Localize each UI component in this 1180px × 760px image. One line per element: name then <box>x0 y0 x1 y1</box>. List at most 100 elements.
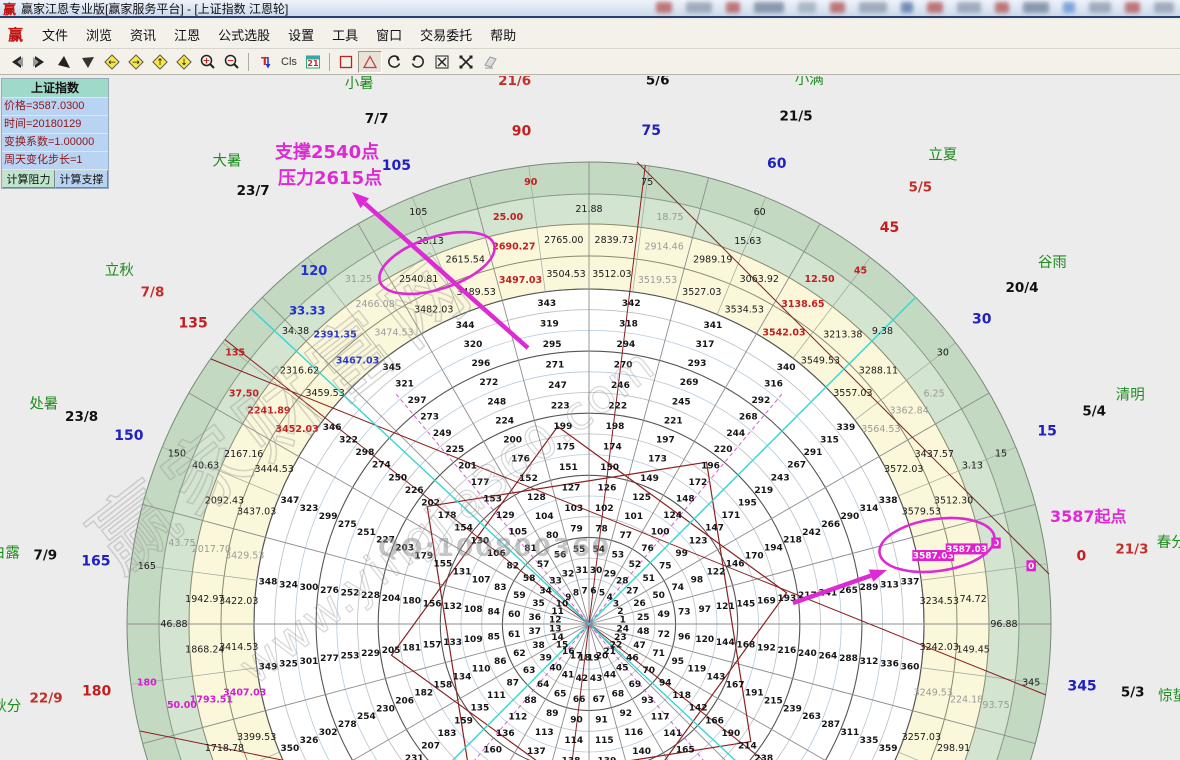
svg-text:347: 347 <box>280 496 299 506</box>
svg-text:348: 348 <box>259 578 278 588</box>
svg-text:45: 45 <box>880 220 899 236</box>
svg-text:149.45: 149.45 <box>957 644 990 655</box>
svg-text:91: 91 <box>595 715 608 725</box>
svg-text:128: 128 <box>527 493 546 503</box>
pan-down-button[interactable]: ↓ <box>172 51 196 73</box>
svg-text:219: 219 <box>754 486 773 496</box>
svg-text:白露: 白露 <box>0 544 20 561</box>
nav-down-button[interactable] <box>76 51 100 73</box>
nav-up-button[interactable] <box>52 51 76 73</box>
svg-text:145: 145 <box>736 599 755 609</box>
svg-text:2017.70: 2017.70 <box>192 544 231 555</box>
svg-text:3.13: 3.13 <box>962 460 983 471</box>
svg-text:23: 23 <box>614 633 627 643</box>
nav-forward-button[interactable] <box>28 51 52 73</box>
fit-scale-button[interactable] <box>454 51 478 73</box>
svg-text:240: 240 <box>798 649 817 659</box>
svg-text:135: 135 <box>179 316 208 332</box>
svg-text:107: 107 <box>472 575 491 585</box>
svg-text:61: 61 <box>508 630 521 640</box>
menu-item-6[interactable]: 工具 <box>323 21 367 48</box>
svg-text:3288.11: 3288.11 <box>859 365 898 376</box>
clear-button[interactable]: Cls <box>277 51 301 73</box>
svg-text:6: 6 <box>590 586 596 596</box>
svg-text:115: 115 <box>595 736 614 746</box>
sort-vertical-button[interactable]: T <box>253 51 277 73</box>
svg-text:20/4: 20/4 <box>1005 280 1038 296</box>
pan-left-button[interactable]: ← <box>100 51 124 73</box>
calendar-button[interactable]: 21 <box>301 51 325 73</box>
rotate-ccw-button[interactable] <box>382 51 406 73</box>
menu-item-7[interactable]: 窗口 <box>367 21 411 48</box>
zoom-out-button[interactable]: − <box>220 51 244 73</box>
svg-text:72: 72 <box>657 630 670 640</box>
svg-text:21.88: 21.88 <box>575 204 602 215</box>
menu-item-4[interactable]: 公式选股 <box>209 21 279 48</box>
calc-support-button[interactable]: 计算支撑 <box>55 170 108 188</box>
pan-up-button[interactable]: ↑ <box>148 51 172 73</box>
svg-text:3512.03: 3512.03 <box>592 269 631 280</box>
svg-text:3497.03: 3497.03 <box>499 275 542 286</box>
svg-text:86: 86 <box>494 657 507 667</box>
svg-text:96: 96 <box>678 633 691 643</box>
shape-triangle-button[interactable] <box>358 51 382 73</box>
menu-item-0[interactable]: 文件 <box>33 21 77 48</box>
svg-text:75: 75 <box>642 123 661 139</box>
svg-text:7/9: 7/9 <box>33 547 57 563</box>
box-x-button[interactable] <box>430 51 454 73</box>
svg-text:238: 238 <box>754 754 773 760</box>
menu-item-3[interactable]: 江恩 <box>165 21 209 48</box>
svg-text:15.63: 15.63 <box>734 236 761 247</box>
svg-text:287: 287 <box>821 720 840 730</box>
svg-text:148: 148 <box>676 494 695 504</box>
menu-item-5[interactable]: 设置 <box>279 21 323 48</box>
svg-text:117: 117 <box>651 713 670 723</box>
svg-text:302: 302 <box>319 728 338 738</box>
svg-text:5/4: 5/4 <box>1082 404 1106 420</box>
svg-text:21/3: 21/3 <box>1115 542 1148 558</box>
svg-text:292: 292 <box>752 396 771 406</box>
svg-text:338: 338 <box>879 496 898 506</box>
svg-text:45: 45 <box>616 663 629 673</box>
menu-item-9[interactable]: 帮助 <box>481 21 525 48</box>
rotate-cw-button[interactable] <box>406 51 430 73</box>
step-row: 周天变化步长=1 <box>2 152 108 170</box>
svg-text:23/8: 23/8 <box>65 409 98 425</box>
shape-square-button[interactable] <box>334 51 358 73</box>
svg-text:30: 30 <box>937 348 949 359</box>
svg-text:314: 314 <box>860 504 879 514</box>
svg-text:109: 109 <box>464 635 483 645</box>
svg-text:343: 343 <box>537 299 556 309</box>
svg-text:→: → <box>132 58 140 68</box>
eraser-button[interactable] <box>478 51 502 73</box>
svg-text:97: 97 <box>699 605 712 615</box>
svg-text:47: 47 <box>633 641 646 651</box>
svg-text:62: 62 <box>513 649 526 659</box>
zoom-in-button[interactable]: + <box>196 51 220 73</box>
svg-text:28: 28 <box>616 577 629 587</box>
svg-text:25: 25 <box>637 613 650 623</box>
menu-item-8[interactable]: 交易委托 <box>411 21 481 48</box>
svg-text:143: 143 <box>707 673 726 683</box>
instrument-name: 上证指数 <box>2 79 108 98</box>
calc-resistance-button[interactable]: 计算阻力 <box>2 170 55 188</box>
nav-back-button[interactable] <box>4 51 28 73</box>
svg-text:2989.19: 2989.19 <box>693 255 732 266</box>
svg-text:243: 243 <box>771 473 790 483</box>
svg-text:58: 58 <box>523 574 536 584</box>
svg-text:59: 59 <box>513 591 526 601</box>
svg-text:169: 169 <box>757 597 776 607</box>
svg-text:250: 250 <box>388 473 407 483</box>
gann-wheel-chart[interactable]: 1234567891011121314151617181920212223242… <box>0 76 1180 760</box>
svg-text:22/9: 22/9 <box>30 690 63 706</box>
pan-right-button[interactable]: → <box>124 51 148 73</box>
svg-text:315: 315 <box>820 435 839 445</box>
svg-text:183: 183 <box>438 729 457 739</box>
svg-text:50: 50 <box>652 591 665 601</box>
svg-text:295: 295 <box>543 340 562 350</box>
svg-text:41: 41 <box>562 671 575 681</box>
svg-text:207: 207 <box>421 742 440 752</box>
svg-text:290: 290 <box>841 512 860 522</box>
menu-item-2[interactable]: 资讯 <box>121 21 165 48</box>
menu-item-1[interactable]: 浏览 <box>77 21 121 48</box>
